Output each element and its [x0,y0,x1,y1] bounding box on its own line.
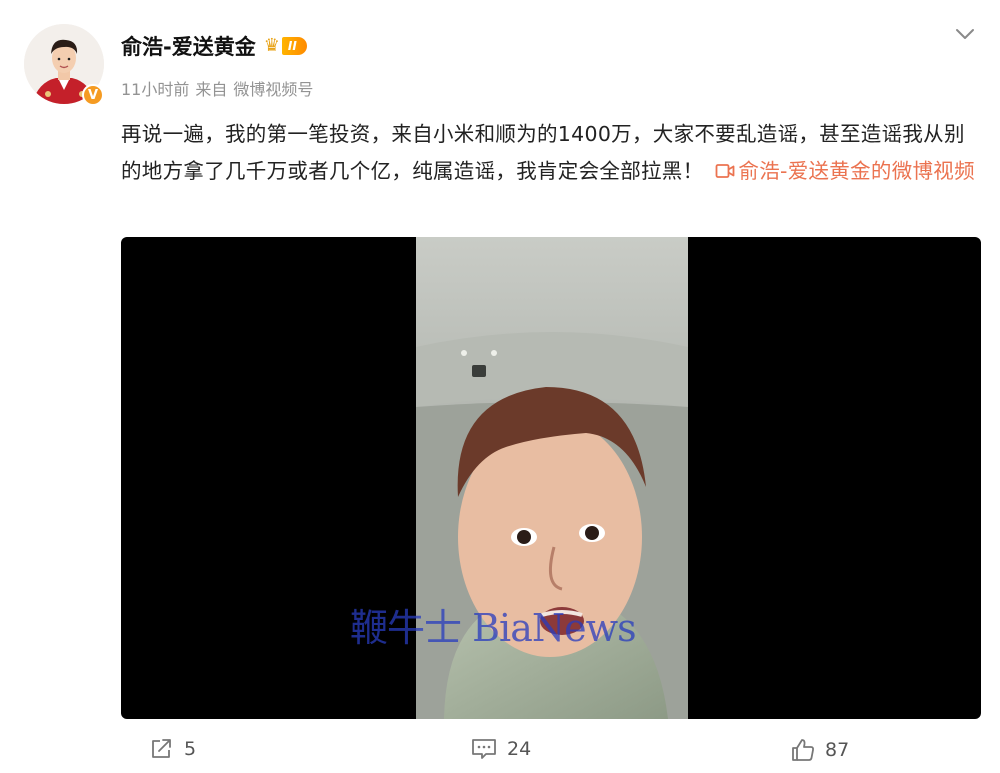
chevron-down-icon [956,29,974,39]
post-source-prefix: 来自 [195,80,228,99]
vip-level: II [281,37,307,55]
repost-count: 5 [184,738,197,760]
post-time[interactable]: 11小时前 [121,76,189,100]
post-text: 再说一遍，我的第一笔投资，来自小米和顺为的1400万，大家不要乱造谣，甚至造谣我… [121,116,981,192]
post-meta: 11小时前 来自 微博视频号 [121,76,313,100]
video-link[interactable]: 俞浩-爱送黄金的微博视频 [703,159,975,183]
watermark-en: BiaNews [472,606,636,650]
comment-count: 24 [507,738,532,760]
comment-button[interactable]: 24 [471,738,531,760]
author-name[interactable]: 俞浩-爱送黄金 [121,31,256,61]
like-count: 87 [825,739,850,761]
crown-icon: ♛ [263,35,280,56]
verified-badge: V [82,84,104,106]
vip-badge[interactable]: ♛ II [264,37,307,55]
author-row: 俞浩-爱送黄金 ♛ II [121,30,307,62]
post-menu-button[interactable] [954,26,976,42]
repost-icon [152,739,171,758]
repost-button[interactable]: 5 [150,738,196,760]
video-player[interactable]: 鞭牛士 BiaNews [121,237,981,719]
video-icon [715,155,735,192]
video-watermark: 鞭牛士 BiaNews [350,597,637,652]
video-link-label: 俞浩-爱送黄金的微博视频 [738,159,975,183]
post-source[interactable]: 微博视频号 [233,76,313,100]
comment-icon [472,739,496,759]
watermark-cn: 鞭牛士 [350,606,462,650]
thumbs-up-icon [792,739,814,761]
action-bar: 5 24 87 [0,732,1000,772]
like-button[interactable]: 87 [791,738,849,762]
